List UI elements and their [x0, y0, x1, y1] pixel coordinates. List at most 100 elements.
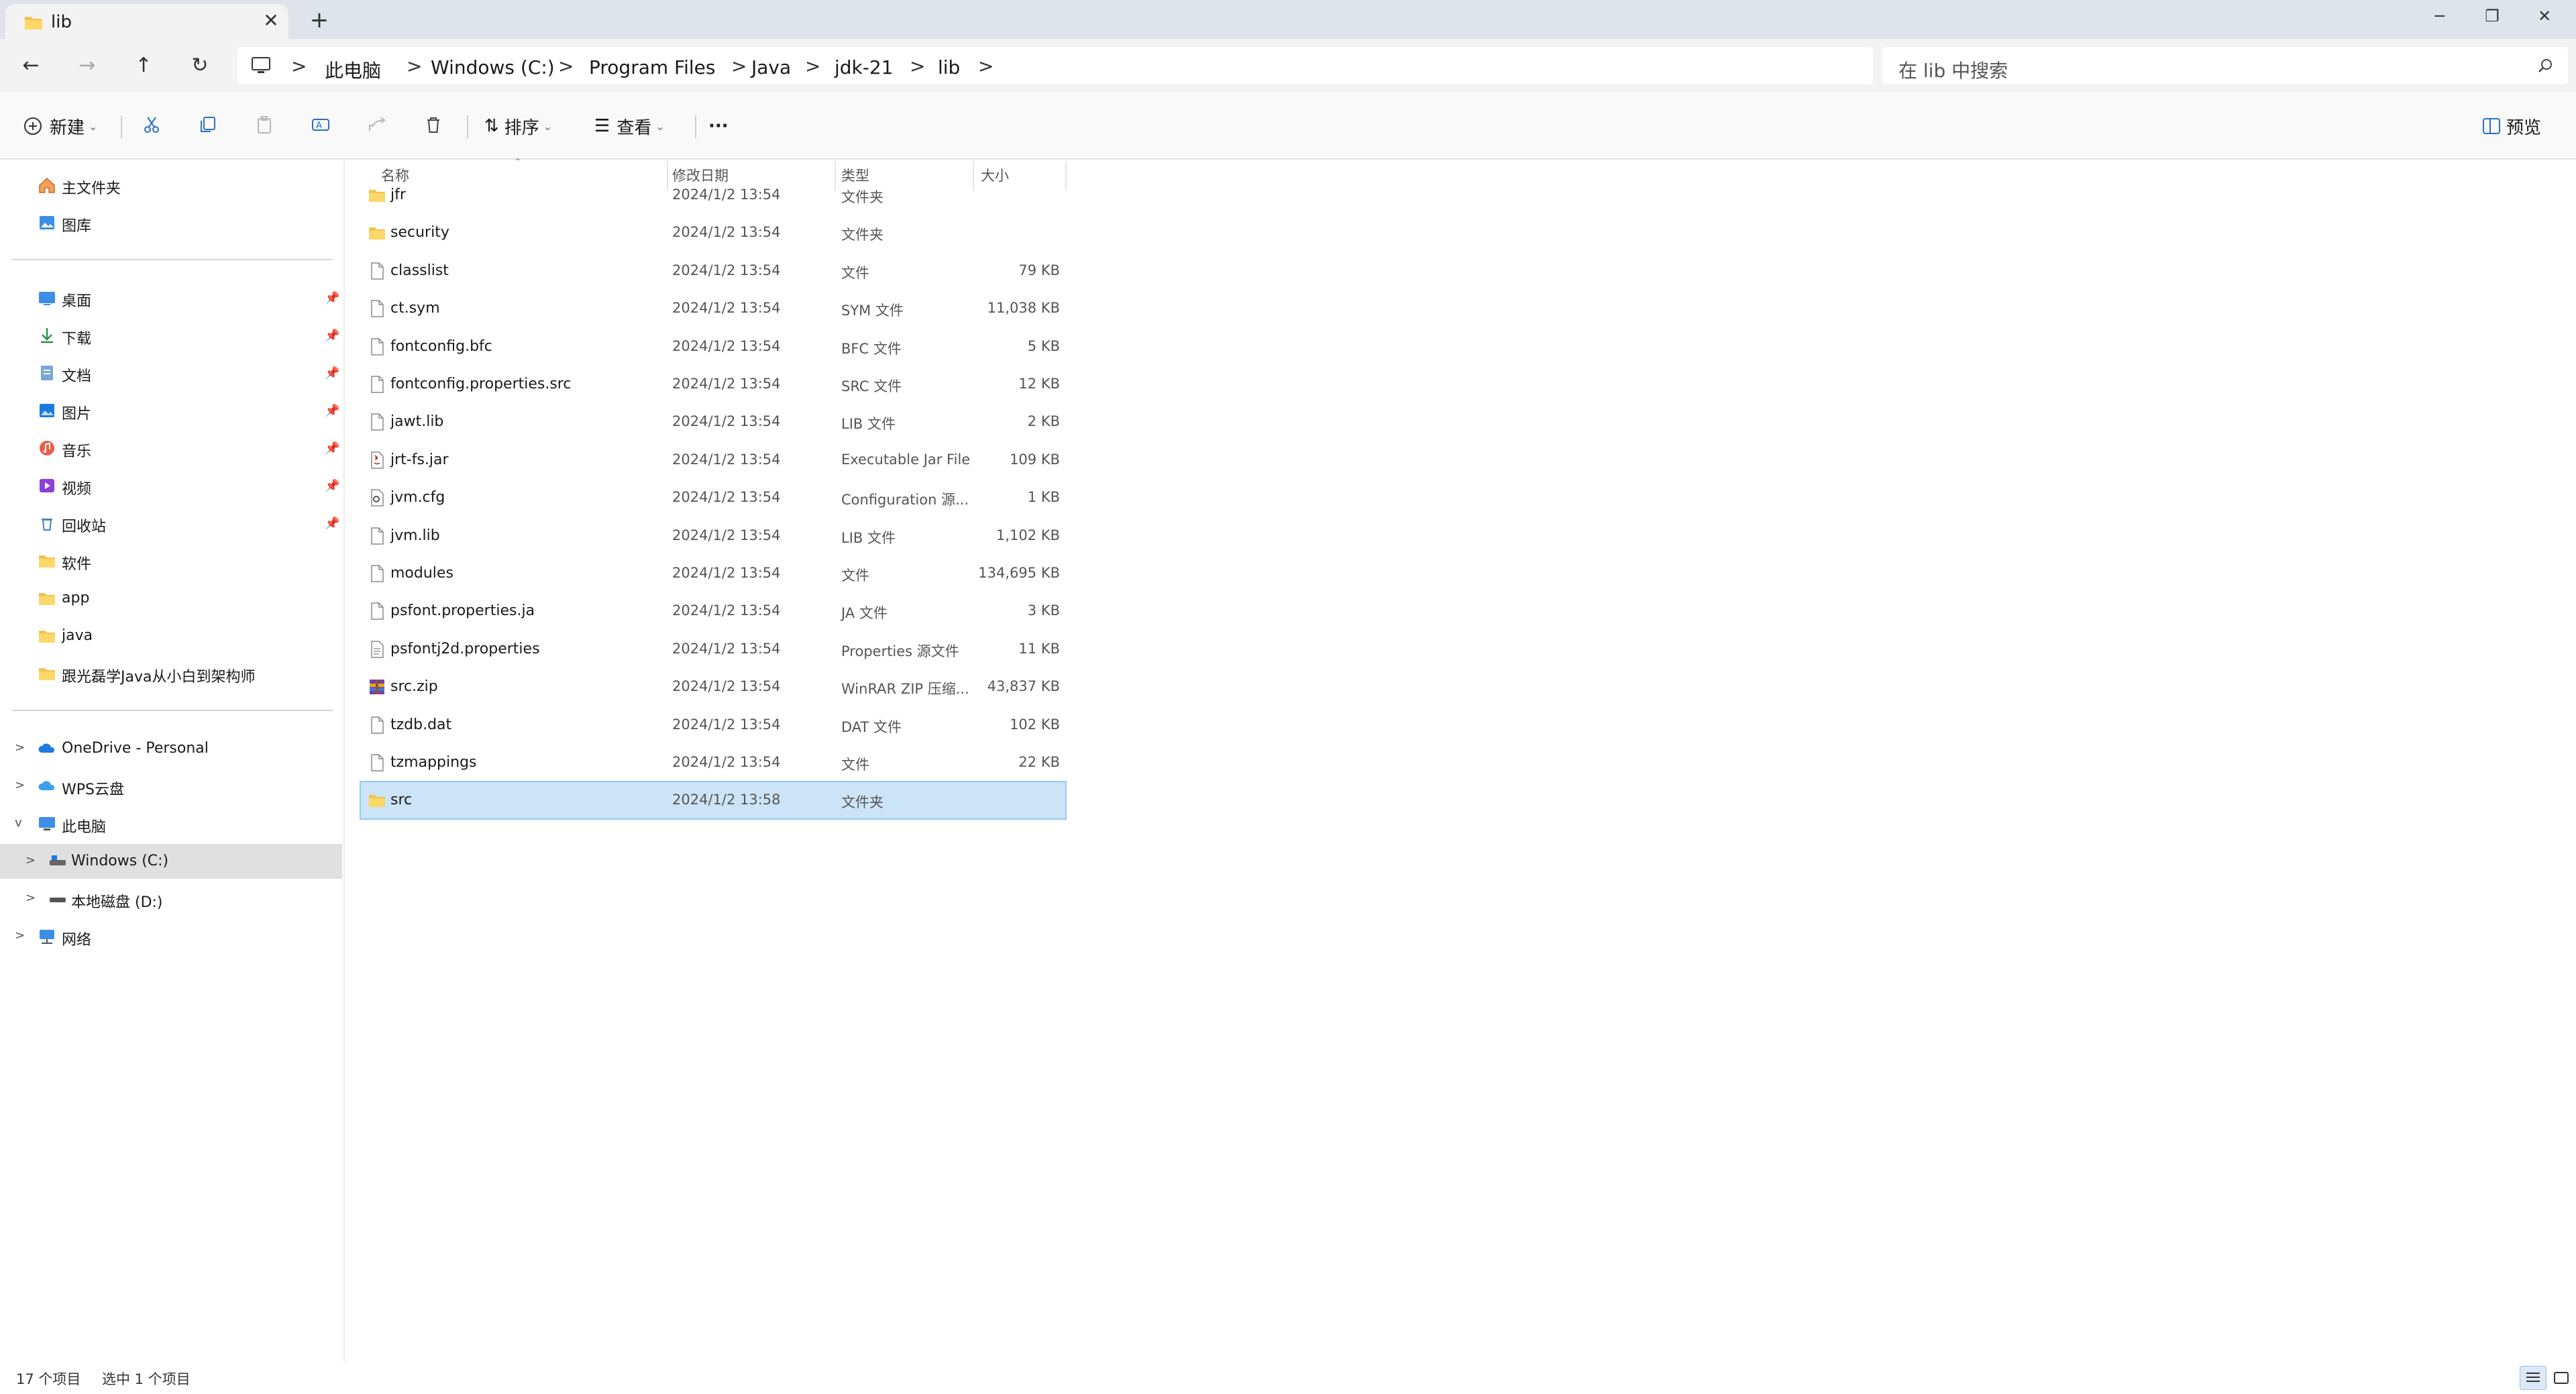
forward-button[interactable]: → — [74, 52, 101, 79]
file-row[interactable]: tzmappings 2024/1/2 13:54 文件 22 KB — [361, 745, 1065, 781]
sidebar-item-pictures[interactable]: 图片 📌 — [0, 393, 342, 428]
expand-chevron-icon[interactable]: > — [15, 928, 25, 943]
breadcrumb-chevron-icon[interactable]: > — [731, 55, 747, 77]
minimize-button[interactable]: ─ — [2418, 0, 2462, 32]
sidebar-item-course-folder[interactable]: 跟光磊学Java从小白到架构师 — [0, 656, 342, 691]
breadcrumb-lib[interactable]: lib — [938, 56, 960, 78]
expand-chevron-icon[interactable]: > — [25, 853, 36, 867]
search-input[interactable]: 在 lib 中搜索 — [1898, 56, 2008, 83]
more-options-button[interactable]: ··· — [708, 109, 729, 144]
file-row[interactable]: jrt-fs.jar 2024/1/2 13:54 Executable Jar F… — [361, 442, 1065, 478]
file-row[interactable]: jvm.lib 2024/1/2 13:54 LIB 文件 1,102 KB — [361, 518, 1065, 554]
file-type: DAT 文件 — [841, 718, 902, 735]
delete-icon[interactable] — [420, 111, 447, 138]
file-row[interactable]: classlist 2024/1/2 13:54 文件 79 KB — [361, 253, 1065, 289]
sidebar-item-java[interactable]: java — [0, 619, 342, 653]
pin-icon[interactable]: 📌 — [325, 291, 339, 305]
file-row[interactable]: security 2024/1/2 13:54 文件夹 — [361, 215, 1065, 251]
breadcrumb-program-files[interactable]: Program Files — [589, 56, 715, 78]
collapse-chevron-icon[interactable]: v — [15, 816, 22, 830]
refresh-button[interactable]: ↻ — [186, 52, 213, 79]
search-box[interactable]: 在 lib 中搜索 — [1882, 47, 2568, 85]
file-row[interactable]: jfr 2024/1/2 13:54 文件夹 — [361, 177, 1065, 213]
breadcrumb-chevron-icon[interactable]: > — [407, 55, 422, 77]
file-row[interactable]: jvm.cfg 2024/1/2 13:54 Configuration 源... 1… — [361, 480, 1065, 516]
tab-lib[interactable]: lib ✕ — [5, 4, 288, 39]
pin-icon[interactable]: 📌 — [325, 441, 339, 455]
file-row[interactable]: fontconfig.properties.src 2024/1/2 13:54 S… — [361, 366, 1065, 403]
copy-icon[interactable] — [195, 111, 221, 138]
address-bar[interactable]: > 此电脑 > Windows (C:) > Program Files > J… — [237, 47, 1873, 85]
file-row[interactable]: psfont.properties.ja 2024/1/2 13:54 JA 文件 3… — [361, 593, 1065, 629]
breadcrumb-chevron-icon[interactable]: > — [291, 55, 307, 77]
sort-ascending-icon: ⌃ — [514, 157, 522, 168]
file-row[interactable]: src.zip 2024/1/2 13:54 WinRAR ZIP 压缩... 43,… — [361, 669, 1065, 705]
file-row[interactable]: modules 2024/1/2 13:54 文件 134,695 KB — [361, 555, 1065, 592]
rename-icon[interactable]: A — [307, 111, 334, 138]
file-row[interactable]: src 2024/1/2 13:58 文件夹 — [360, 781, 1067, 820]
pane-splitter[interactable] — [343, 161, 345, 1362]
preview-button[interactable]: 预览 — [2482, 109, 2541, 144]
sidebar-item-windows-c[interactable]: > Windows (C:) — [0, 844, 342, 879]
tab-close-icon[interactable]: ✕ — [258, 9, 284, 32]
sidebar-item-label: 视频 — [62, 481, 92, 498]
sidebar-item-videos[interactable]: 视频 📌 — [0, 468, 342, 503]
file-row[interactable]: psfontj2d.properties 2024/1/2 13:54 Proper… — [361, 631, 1065, 667]
sidebar-item-gallery[interactable]: 图库 — [0, 205, 342, 240]
sort-button[interactable]: ⇅ 排序 ⌄ — [484, 109, 552, 144]
close-window-button[interactable]: ✕ — [2522, 0, 2567, 32]
sidebar-item-drive-d[interactable]: > 本地磁盘 (D:) — [0, 881, 342, 916]
breadcrumb-chevron-icon[interactable]: > — [910, 55, 925, 77]
breadcrumb-jdk-21[interactable]: jdk-21 — [835, 56, 894, 78]
sidebar-item-label: java — [62, 627, 93, 644]
sidebar-item-downloads[interactable]: 下载 📌 — [0, 318, 342, 353]
new-tab-button[interactable]: + — [306, 7, 333, 34]
sidebar-item-app[interactable]: app — [0, 581, 342, 616]
file-type: SYM 文件 — [841, 303, 904, 319]
file-row[interactable]: tzdb.dat 2024/1/2 13:54 DAT 文件 102 KB — [361, 707, 1065, 743]
expand-chevron-icon[interactable]: > — [15, 741, 25, 755]
up-button[interactable]: ↑ — [130, 52, 157, 79]
file-size: 3 KB — [1027, 602, 1060, 619]
view-button[interactable]: ☰ 查看 ⌄ — [594, 109, 665, 144]
sidebar-item-documents[interactable]: 文档 📌 — [0, 356, 342, 390]
expand-chevron-icon[interactable]: > — [15, 778, 25, 792]
sidebar-item-home[interactable]: 主文件夹 — [0, 168, 342, 203]
expand-chevron-icon[interactable]: > — [25, 891, 36, 905]
details-view-icon[interactable] — [2520, 1366, 2546, 1390]
breadcrumb-java[interactable]: Java — [751, 56, 791, 78]
cut-icon[interactable] — [138, 111, 165, 138]
file-size: 134,695 KB — [978, 565, 1060, 581]
breadcrumb-chevron-icon[interactable]: > — [558, 55, 574, 77]
sidebar-item-software[interactable]: 软件 — [0, 543, 342, 578]
back-button[interactable]: ← — [17, 52, 44, 79]
sidebar-item-music[interactable]: 音乐 📌 — [0, 431, 342, 466]
column-divider[interactable] — [1065, 161, 1067, 191]
sidebar-item-recycle-bin[interactable]: 回收站 📌 — [0, 506, 342, 541]
file-type: JA 文件 — [841, 605, 888, 622]
preview-label: 预览 — [2506, 117, 2542, 138]
breadcrumb-windows-c[interactable]: Windows (C:) — [431, 56, 555, 78]
breadcrumb-chevron-icon[interactable]: > — [805, 55, 820, 77]
pin-icon[interactable]: 📌 — [325, 404, 339, 418]
file-row[interactable]: jawt.lib 2024/1/2 13:54 LIB 文件 2 KB — [361, 404, 1065, 440]
share-icon[interactable] — [364, 111, 390, 138]
file-row[interactable]: ct.sym 2024/1/2 13:54 SYM 文件 11,038 KB — [361, 290, 1065, 327]
large-icons-view-icon[interactable] — [2548, 1366, 2575, 1390]
file-row[interactable]: fontconfig.bfc 2024/1/2 13:54 BFC 文件 5 KB — [361, 329, 1065, 365]
pin-icon[interactable]: 📌 — [325, 366, 339, 380]
sidebar-item-network[interactable]: > 网络 — [0, 919, 342, 954]
new-button[interactable]: 新建 ⌄ — [23, 109, 97, 144]
breadcrumb-chevron-icon[interactable]: > — [978, 55, 994, 77]
restore-button[interactable]: ❐ — [2470, 0, 2514, 32]
paste-icon[interactable] — [251, 111, 278, 138]
search-icon[interactable] — [2537, 57, 2555, 74]
sidebar-item-wps-cloud[interactable]: > WPS云盘 — [0, 769, 342, 804]
pin-icon[interactable]: 📌 — [325, 517, 339, 531]
pin-icon[interactable]: 📌 — [325, 329, 339, 343]
sidebar-item-this-pc[interactable]: v 此电脑 — [0, 806, 342, 841]
pin-icon[interactable]: 📌 — [325, 479, 339, 493]
sidebar-item-desktop[interactable]: 桌面 📌 — [0, 280, 342, 315]
sidebar-item-onedrive[interactable]: > OneDrive - Personal — [0, 731, 342, 766]
breadcrumb-this-pc[interactable]: 此电脑 — [325, 56, 381, 83]
